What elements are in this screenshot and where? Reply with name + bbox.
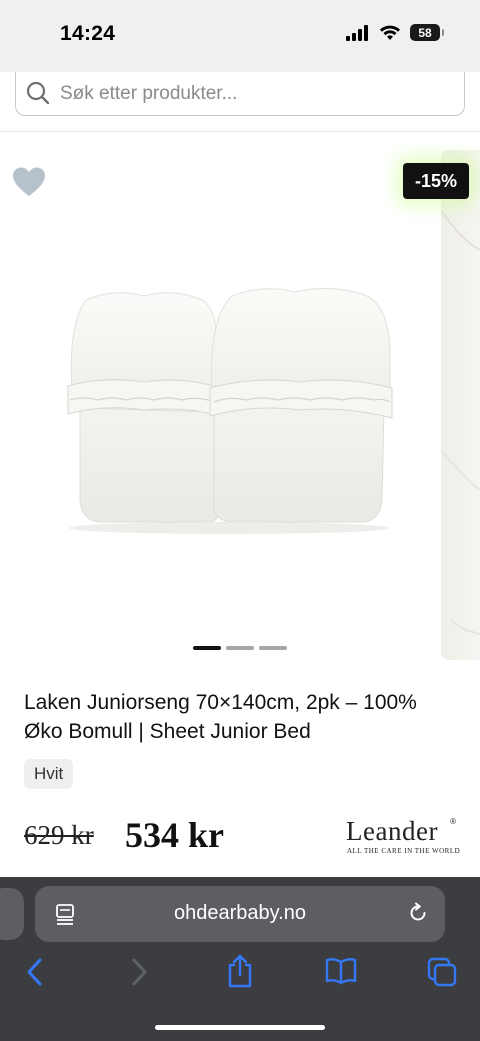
bookmarks-icon[interactable] [325,957,357,985]
search-icon [26,81,50,105]
status-time: 14:24 [60,22,116,45]
search-input[interactable]: Søk etter produkter... [15,72,465,116]
wishlist-heart-icon[interactable] [12,166,46,198]
browser-nav-row [0,954,480,997]
brand-tagline: ALL THE CARE IN THE WORLD [347,847,461,855]
carousel-dot-3[interactable] [259,646,287,650]
product-image [67,287,393,534]
product-image-carousel[interactable] [24,150,434,660]
battery-icon: 58 [410,24,444,41]
next-product-image-peek[interactable] [441,150,480,660]
variant-chip[interactable]: Hvit [24,759,74,789]
tabs-icon[interactable] [427,957,457,987]
brand-logo[interactable]: Leander ® ALL THE CARE IN THE WORLD [344,816,460,858]
previous-tab-stub[interactable] [0,888,24,940]
search-placeholder: Søk etter produkter... [60,82,238,104]
browser-toolbar: ohdearbaby.no [0,877,480,1041]
wifi-icon [380,25,400,40]
brand-name: Leander [346,816,438,846]
discount-badge: -15% [403,163,469,199]
reload-icon[interactable] [407,902,429,924]
share-icon[interactable] [226,953,254,989]
carousel-pagination[interactable] [193,646,287,650]
status-bar: 14:24 58 [0,0,480,72]
battery-level: 58 [418,25,432,40]
back-icon[interactable] [24,957,46,987]
forward-icon[interactable] [128,957,150,987]
product-title[interactable]: Laken Juniorseng 70×140cm, 2pk – 100% Øk… [24,688,454,746]
carousel-dot-1[interactable] [193,646,221,650]
signal-icon [346,24,368,41]
next-image-fold-lines [441,209,480,635]
home-indicator [155,1025,325,1030]
address-bar[interactable]: ohdearbaby.no [35,886,445,942]
search-bar: Søk etter produkter... [0,72,480,132]
sale-price: 534 kr [125,815,224,855]
registered-mark: ® [450,817,456,826]
old-price: 629 kr [24,820,94,850]
carousel-dot-2[interactable] [226,646,254,650]
status-icons: 58 [346,24,444,41]
url-text: ohdearbaby.no [174,902,306,924]
